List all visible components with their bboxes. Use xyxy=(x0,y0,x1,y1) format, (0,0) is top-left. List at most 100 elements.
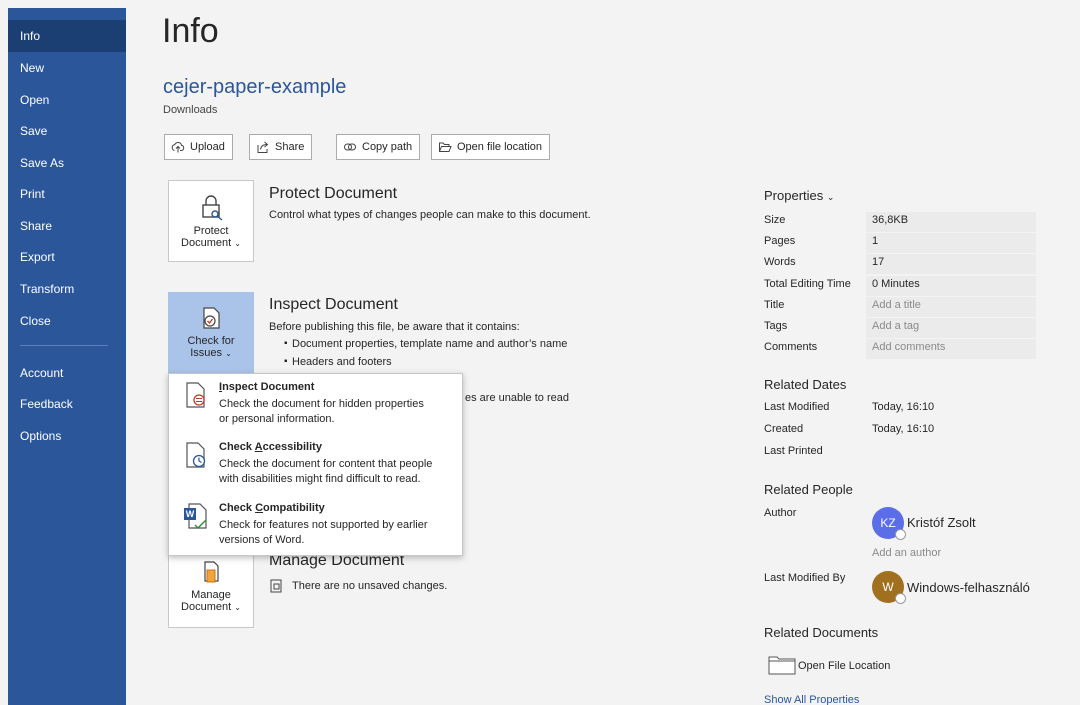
nav-item-transform[interactable]: Transform xyxy=(8,273,126,305)
author-name[interactable]: Kristóf Zsolt xyxy=(907,515,976,530)
properties-header[interactable]: Properties ⌄ xyxy=(764,188,834,203)
link-icon xyxy=(344,143,356,151)
inspect-desc-line1: Check the document for hidden properties xyxy=(219,398,424,410)
nav-item-print[interactable]: Print xyxy=(8,178,126,210)
manage-status: There are no unsaved changes. xyxy=(292,580,448,592)
backstage-nav: Info New Open Save Save As Print Share E… xyxy=(8,8,126,705)
accessibility-desc-line2: with disabilities might find difficult t… xyxy=(219,473,421,485)
manage-document-button[interactable]: Manage Document ⌄ xyxy=(168,548,254,628)
property-row: Tags Add a tag xyxy=(764,318,1036,338)
menu-item-check-accessibility[interactable]: Check Accessibility Check the document f… xyxy=(169,434,462,494)
date-value: Today, 16:10 xyxy=(872,401,935,413)
nav-item-options[interactable]: Options xyxy=(8,420,126,452)
protect-button-line2: Document xyxy=(181,237,232,249)
property-value[interactable]: Add comments xyxy=(872,341,1036,361)
accessibility-title-prefix: Check xyxy=(219,441,255,453)
accessibility-title-rest: ccessibility xyxy=(262,441,322,453)
nav-item-new[interactable]: New xyxy=(8,52,126,84)
modifier-initials: W xyxy=(882,580,894,594)
property-value: 17 xyxy=(872,256,885,269)
chevron-down-icon: ⌄ xyxy=(826,192,835,202)
chevron-down-icon: ⌄ xyxy=(234,603,241,612)
property-row: Words 17 xyxy=(764,254,1036,275)
last-modified-by-label: Last Modified By xyxy=(764,572,846,584)
property-row: Total Editing Time 0 Minutes xyxy=(764,275,1036,296)
share-label: Share xyxy=(275,141,305,153)
property-key: Words xyxy=(764,256,796,269)
property-key: Pages xyxy=(764,235,796,248)
accessibility-accesskey: A xyxy=(254,441,263,453)
share-button[interactable]: Share xyxy=(249,134,313,160)
nav-item-save[interactable]: Save xyxy=(8,115,126,147)
inspect-bullet-2: Headers and footers xyxy=(284,356,392,368)
presence-icon xyxy=(895,529,906,540)
nav-item-account[interactable]: Account xyxy=(8,357,126,389)
property-key: Size xyxy=(764,214,786,226)
property-row: Size 36,8KB xyxy=(764,212,1036,232)
nav-item-share[interactable]: Share xyxy=(8,210,126,242)
related-documents-header: Related Documents xyxy=(764,625,879,640)
nav-item-save-as[interactable]: Save As xyxy=(8,147,126,179)
copy-path-button[interactable]: Copy path xyxy=(336,134,421,160)
property-value: 1 xyxy=(872,235,879,248)
show-all-properties-link[interactable]: Show All Properties xyxy=(764,694,859,705)
compatibility-title-rest: ompatibility xyxy=(263,502,325,514)
inspect-desc-line2: or personal information. xyxy=(219,413,335,425)
open-file-location-item[interactable]: Open File Location xyxy=(768,653,898,677)
nav-item-info[interactable]: Info xyxy=(8,20,126,52)
nav-divider xyxy=(20,345,108,346)
property-key: Title xyxy=(764,298,785,311)
document-status-icon xyxy=(270,579,282,593)
open-file-location-button[interactable]: Open file location xyxy=(431,134,550,160)
author-initials: KZ xyxy=(880,516,896,530)
open-file-location-text: Open File Location xyxy=(798,660,891,672)
compatibility-accesskey: C xyxy=(255,502,264,514)
inspect-title-rest: nspect Document xyxy=(222,381,315,393)
compatibility-desc-line1: Check for features not supported by earl… xyxy=(219,519,428,531)
manage-button-line2: Document xyxy=(181,601,232,613)
date-value xyxy=(872,445,1036,465)
date-value: Today, 16:10 xyxy=(872,423,935,435)
presence-icon xyxy=(895,593,906,604)
add-author-link[interactable]: Add an author xyxy=(872,547,941,559)
property-key: Comments xyxy=(764,341,818,354)
inspect-description: Before publishing this file, be aware th… xyxy=(269,321,520,333)
property-key: Total Editing Time xyxy=(764,277,851,290)
property-row: Title Add a title xyxy=(764,296,1036,319)
menu-item-inspect-document[interactable]: Inspect Document Check the document for … xyxy=(169,374,462,434)
property-row: Pages 1 xyxy=(764,233,1036,254)
property-value[interactable]: Add a title xyxy=(872,299,1036,319)
nav-item-export[interactable]: Export xyxy=(8,241,126,273)
document-location: Downloads xyxy=(163,104,218,116)
modifier-avatar[interactable]: W xyxy=(872,571,906,604)
folder-open-icon xyxy=(438,142,452,152)
date-key: Last Modified xyxy=(764,401,830,413)
check-document-icon xyxy=(203,307,220,329)
accessibility-icon xyxy=(186,442,206,468)
protect-document-button[interactable]: Protect Document ⌄ xyxy=(168,180,254,262)
upload-button[interactable]: Upload xyxy=(164,134,233,160)
page-title: Info xyxy=(162,12,219,50)
accessibility-desc-line1: Check the document for content that peop… xyxy=(219,458,433,470)
manage-document-icon xyxy=(204,561,219,583)
property-value[interactable]: Add a tag xyxy=(872,320,1036,340)
related-dates-header: Related Dates xyxy=(764,377,847,392)
manage-button-line1: Manage xyxy=(191,589,231,601)
author-avatar[interactable]: KZ xyxy=(872,507,906,540)
inspect-bullet-1: Document properties, template name and a… xyxy=(284,338,567,350)
nav-item-close[interactable]: Close xyxy=(8,305,126,337)
chevron-down-icon: ⌄ xyxy=(225,349,232,358)
nav-item-feedback[interactable]: Feedback xyxy=(8,388,126,420)
copy-path-label: Copy path xyxy=(362,141,413,153)
check-for-issues-button[interactable]: Check for Issues ⌄ xyxy=(168,292,254,374)
date-key: Last Printed xyxy=(764,445,823,457)
modifier-name[interactable]: Windows-felhasználó xyxy=(907,580,1030,595)
check-issues-line2: Issues xyxy=(190,347,223,359)
protect-button-line1: Protect xyxy=(193,225,229,237)
date-row: Created Today, 16:10 xyxy=(764,421,1036,441)
properties-header-label: Properties xyxy=(764,188,824,203)
property-row: Comments Add comments xyxy=(764,339,1036,361)
inspect-partial-text: es are unable to read xyxy=(465,392,569,404)
menu-item-check-compatibility[interactable]: W Check Compatibility Check for features… xyxy=(169,495,462,555)
nav-item-open[interactable]: Open xyxy=(8,84,126,116)
